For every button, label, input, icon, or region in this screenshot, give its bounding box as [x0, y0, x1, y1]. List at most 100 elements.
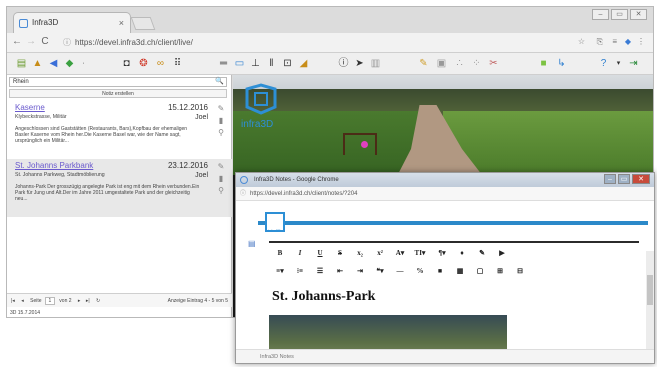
binoculars-icon[interactable]: ∞	[154, 57, 167, 70]
save-icon[interactable]: ▣	[435, 57, 448, 70]
popup-close-button[interactable]: ✕	[632, 174, 650, 184]
note-entry-st-johanns[interactable]: St. Johanns Parkbank 23.12.2016 St. Joha…	[7, 159, 232, 217]
close-tab-icon[interactable]: ×	[119, 13, 124, 33]
polyline-icon[interactable]: ∴	[453, 57, 466, 70]
page-number-input[interactable]: 1	[44, 297, 55, 305]
measure-icon[interactable]: ▭	[233, 57, 246, 70]
subscript-button[interactable]: x₂	[353, 249, 367, 257]
editor-content[interactable]: St. Johanns-Park	[269, 283, 639, 361]
italic-button[interactable]: I	[293, 249, 307, 257]
file-button[interactable]: ▢	[473, 267, 487, 275]
close-window-button[interactable]: ✕	[630, 9, 647, 20]
edit-pencil-icon[interactable]: ✎	[216, 161, 226, 173]
ruler-icon[interactable]: ═	[217, 57, 230, 70]
height-icon[interactable]: ⊥	[249, 57, 262, 70]
ordered-list-button[interactable]: ⁝≡	[293, 267, 307, 275]
document-icon[interactable]: ▤	[248, 239, 256, 248]
url-field[interactable]: ⓘ https://devel.infra3d.ch/client/live/	[63, 35, 523, 50]
first-page-button[interactable]: |◂	[11, 298, 15, 304]
tag-icon[interactable]: ✂	[487, 57, 500, 70]
search-icon[interactable]: 🔍	[215, 77, 224, 86]
reload-icon[interactable]: C	[39, 36, 51, 47]
strike-button[interactable]: S	[333, 249, 347, 257]
logout-icon[interactable]: ⇥	[627, 57, 640, 70]
help-icon[interactable]: ?	[597, 57, 610, 70]
panel-icon[interactable]: ▥	[369, 57, 382, 70]
superscript-button[interactable]: x²	[373, 249, 387, 257]
font-size-button[interactable]: TI▾	[413, 249, 427, 257]
popup-url-bar[interactable]: ⓘ https://devel.infra3d.ch/client/notes/…	[236, 187, 654, 201]
note-marker-icon[interactable]	[361, 141, 368, 148]
hr-button[interactable]: —	[393, 267, 407, 275]
help-dropdown-icon[interactable]: ▾	[612, 57, 625, 70]
refresh-icon[interactable]: ↻	[96, 298, 100, 304]
info-icon[interactable]: ⓘ	[63, 35, 71, 50]
popup-maximize-button[interactable]: ▭	[618, 174, 630, 184]
link-icon[interactable]: ↳	[555, 57, 568, 70]
popup-scrollbar[interactable]	[646, 251, 654, 351]
edit-pencil-icon[interactable]: ✎	[216, 103, 226, 115]
eraser-button[interactable]: ✎	[475, 249, 489, 257]
area-icon[interactable]: ⊡	[281, 57, 294, 70]
prev-page-button[interactable]: ◂	[21, 298, 24, 304]
dropdown-icon[interactable]: ·	[77, 57, 90, 70]
font-color-button[interactable]: A▾	[393, 249, 407, 257]
align-button[interactable]: ≡▾	[273, 267, 287, 275]
paragraph-button[interactable]: ¶▾	[435, 249, 449, 257]
indent-button[interactable]: ⇥	[353, 267, 367, 275]
forward-icon[interactable]: ◆	[63, 57, 76, 70]
back-icon[interactable]: ◀	[47, 57, 60, 70]
extension-blue-icon[interactable]: ◆	[625, 37, 631, 46]
play-button[interactable]: ▶	[495, 249, 509, 257]
maximize-button[interactable]: ▭	[611, 9, 628, 20]
entry-user: Joel	[195, 172, 208, 179]
entry-text: Angeschlossen sind Gaststätten (Restaura…	[15, 126, 188, 144]
bold-button[interactable]: B	[273, 249, 287, 257]
link-button[interactable]: %	[413, 267, 427, 275]
node-icon[interactable]: ⁘	[470, 57, 483, 70]
minimize-button[interactable]: ‒	[592, 9, 609, 20]
new-note-button[interactable]: Notiz erstellen	[9, 89, 227, 98]
code-button[interactable]: ⊟	[513, 267, 527, 275]
entry-date: 15.12.2016	[167, 103, 208, 112]
extension-icon[interactable]: ≡	[612, 37, 617, 46]
new-tab-button[interactable]	[130, 17, 156, 30]
tab-infra3d[interactable]: Infra3D ×	[13, 12, 131, 33]
scrollbar-thumb[interactable]	[647, 275, 653, 305]
page-of-label: von 2	[59, 298, 72, 304]
profile-icon[interactable]: ◢	[297, 57, 310, 70]
note-entry-kaserne[interactable]: Kaserne 15.12.2016 Klybeckstrasse, Milit…	[7, 103, 232, 167]
back-arrow-icon[interactable]: ←	[11, 36, 23, 47]
map-pin-icon[interactable]: ⚲	[216, 185, 226, 197]
export-icon[interactable]: ■	[537, 57, 550, 70]
popup-minimize-button[interactable]: ‒	[604, 174, 616, 184]
image-button[interactable]: ▦	[453, 267, 467, 275]
menu-icon[interactable]: ⋮	[637, 37, 645, 46]
video-button[interactable]: ■	[433, 267, 447, 275]
window-controls: ‒ ▭ ✕	[592, 9, 647, 20]
grid-icon[interactable]: ⠿	[171, 57, 184, 70]
upload-icon[interactable]: ▲	[31, 57, 44, 70]
location-icon[interactable]: ❂	[137, 57, 150, 70]
map-pin-icon[interactable]: ⚲	[216, 127, 226, 139]
forward-arrow-icon[interactable]: →	[25, 36, 37, 47]
outdent-button[interactable]: ⇤	[333, 267, 347, 275]
camera-icon[interactable]: ◘	[120, 57, 133, 70]
trash-icon[interactable]: ▮	[216, 115, 226, 127]
last-page-button[interactable]: ▸|	[86, 298, 90, 304]
search-input[interactable]: Rhein 🔍	[9, 77, 227, 87]
layers-icon[interactable]: ▤	[15, 57, 28, 70]
unordered-list-button[interactable]: ☰	[313, 267, 327, 275]
underline-button[interactable]: U	[313, 249, 327, 257]
next-page-button[interactable]: ▸	[78, 298, 81, 304]
translate-icon[interactable]: ⎘	[597, 37, 603, 47]
vertical-icon[interactable]: ‖	[265, 57, 278, 70]
pencil-icon[interactable]: ✎	[417, 57, 430, 70]
quote-button[interactable]: ❝▾	[373, 267, 387, 275]
fill-color-button[interactable]: ♦	[455, 249, 469, 257]
trash-icon[interactable]: ▮	[216, 173, 226, 185]
table-button[interactable]: ⊞	[493, 267, 507, 275]
cursor-icon[interactable]: ➤	[353, 57, 366, 70]
bookmark-star-icon[interactable]: ☆	[578, 37, 585, 46]
info-tool-icon[interactable]: ⓘ	[337, 57, 350, 70]
